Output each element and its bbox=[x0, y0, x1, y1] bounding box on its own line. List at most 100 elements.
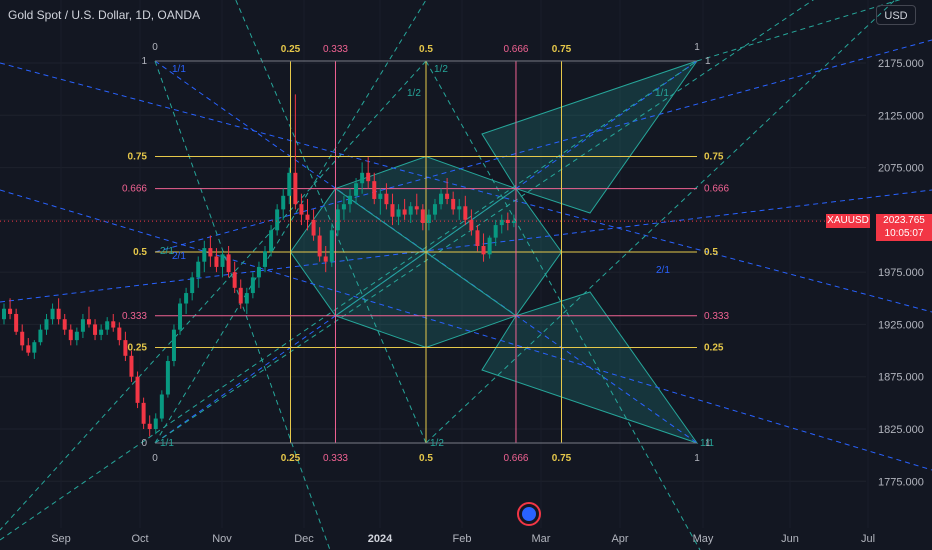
candle-body bbox=[360, 172, 365, 184]
candle-body bbox=[250, 277, 255, 294]
candle-body bbox=[439, 193, 444, 205]
candle-body bbox=[74, 331, 79, 341]
candle-body bbox=[123, 340, 128, 356]
currency-button[interactable]: USD bbox=[876, 5, 916, 25]
candle-body bbox=[426, 214, 431, 223]
candle-body bbox=[117, 327, 122, 341]
gann-corner-label: 1 bbox=[694, 453, 700, 464]
chart-title: Gold Spot / U.S. Dollar, 1D, OANDA bbox=[8, 8, 201, 22]
candle-body bbox=[2, 308, 6, 320]
y-tick-label: 1775.000 bbox=[878, 476, 924, 488]
candle-body bbox=[153, 418, 158, 429]
gann-top-label: 0.333 bbox=[323, 44, 348, 55]
symbol-label: XAUUSD bbox=[826, 214, 870, 228]
candle-body bbox=[220, 254, 225, 267]
candle-body bbox=[263, 251, 268, 267]
x-tick-label: Jun bbox=[781, 533, 799, 545]
candle-body bbox=[311, 219, 316, 236]
gann-top-label: 0.5 bbox=[419, 44, 433, 55]
candle-body bbox=[335, 209, 340, 231]
flag-icon-inner bbox=[522, 507, 536, 521]
candle-body bbox=[408, 206, 413, 215]
candle-body bbox=[378, 193, 383, 199]
candle-body bbox=[99, 329, 104, 335]
candle-body bbox=[475, 230, 480, 246]
candle-body bbox=[256, 266, 261, 278]
candle-body bbox=[111, 321, 116, 328]
gann-bottom-label: 0.333 bbox=[323, 453, 348, 464]
candle-body bbox=[32, 342, 37, 353]
price-label: 2023.765 bbox=[883, 215, 925, 226]
candle-body bbox=[165, 361, 170, 395]
fan-label: 2/1 bbox=[172, 251, 186, 262]
x-tick-label: Oct bbox=[131, 533, 148, 545]
gann-bottom-label: 0.25 bbox=[281, 453, 301, 464]
x-tick-label: Nov bbox=[212, 533, 232, 545]
gann-corner-label: 1 bbox=[705, 56, 711, 67]
gann-right-label: 0.5 bbox=[704, 247, 718, 258]
gann-top-label: 0.25 bbox=[281, 44, 301, 55]
candle-body bbox=[463, 206, 468, 220]
candle-body bbox=[487, 237, 492, 255]
x-tick-label: Apr bbox=[611, 533, 628, 545]
gann-corner-label: 0 bbox=[141, 438, 147, 449]
x-tick-label: Feb bbox=[453, 533, 472, 545]
fan-label: 1/2 bbox=[430, 438, 444, 449]
candle-body bbox=[366, 172, 371, 182]
gann-top-label: 0.75 bbox=[552, 44, 572, 55]
candle-body bbox=[196, 261, 201, 278]
y-tick-label: 1825.000 bbox=[878, 424, 924, 436]
chart-canvas[interactable]: 2175.0002125.0002075.0002025.0001975.000… bbox=[0, 0, 932, 550]
candle-body bbox=[105, 321, 110, 330]
candle-body bbox=[171, 329, 176, 362]
candle-body bbox=[62, 319, 67, 330]
gann-right-label: 0.75 bbox=[704, 152, 724, 163]
candle-body bbox=[372, 181, 377, 199]
x-tick-label: 2024 bbox=[368, 533, 393, 545]
candle-body bbox=[323, 256, 328, 262]
candle-body bbox=[396, 209, 401, 217]
candle-body bbox=[305, 214, 310, 220]
y-tick-label: 2175.000 bbox=[878, 58, 924, 70]
candle-body bbox=[238, 287, 243, 304]
candle-body bbox=[226, 254, 231, 273]
fan-label: 1/2 bbox=[407, 88, 421, 99]
candle-body bbox=[493, 225, 498, 238]
candle-body bbox=[93, 324, 98, 335]
candle-body bbox=[178, 303, 183, 330]
candle-body bbox=[317, 235, 322, 257]
candle-body bbox=[299, 204, 304, 215]
candle-body bbox=[159, 394, 164, 419]
candle-body bbox=[287, 172, 292, 196]
gann-left-label: 0.25 bbox=[128, 343, 148, 354]
gann-bottom-label: 0.666 bbox=[503, 453, 528, 464]
gann-left-label: 0.5 bbox=[133, 247, 147, 258]
gann-corner-label: 0 bbox=[152, 42, 158, 53]
candle-body bbox=[329, 230, 334, 262]
candle-body bbox=[135, 376, 140, 403]
candle-body bbox=[44, 319, 49, 330]
gann-corner-label: 1 bbox=[141, 56, 147, 67]
gann-bottom-label: 0.5 bbox=[419, 453, 433, 464]
candle-body bbox=[38, 329, 43, 343]
countdown-label: 10:05:07 bbox=[884, 228, 924, 239]
candle-body bbox=[390, 204, 395, 217]
y-tick-label: 1875.000 bbox=[878, 372, 924, 384]
candle-body bbox=[384, 193, 389, 205]
gann-top-label: 0.666 bbox=[503, 44, 528, 55]
candle-body bbox=[414, 206, 419, 210]
candle-body bbox=[481, 246, 486, 255]
candle-body bbox=[80, 319, 85, 332]
x-tick-label: Dec bbox=[294, 533, 314, 545]
candle-body bbox=[208, 248, 213, 257]
candle-body bbox=[341, 204, 346, 210]
candle-body bbox=[14, 313, 19, 332]
candle-body bbox=[402, 209, 407, 215]
gann-right-label: 0.25 bbox=[704, 343, 724, 354]
gann-left-label: 0.333 bbox=[122, 311, 147, 322]
fan-label: 2/1 bbox=[656, 265, 670, 276]
candle-body bbox=[184, 293, 189, 304]
fan-label: 1/1 bbox=[160, 438, 174, 449]
price-value: 2023.765 10:05:07 bbox=[876, 214, 932, 241]
candle-body bbox=[50, 308, 55, 320]
